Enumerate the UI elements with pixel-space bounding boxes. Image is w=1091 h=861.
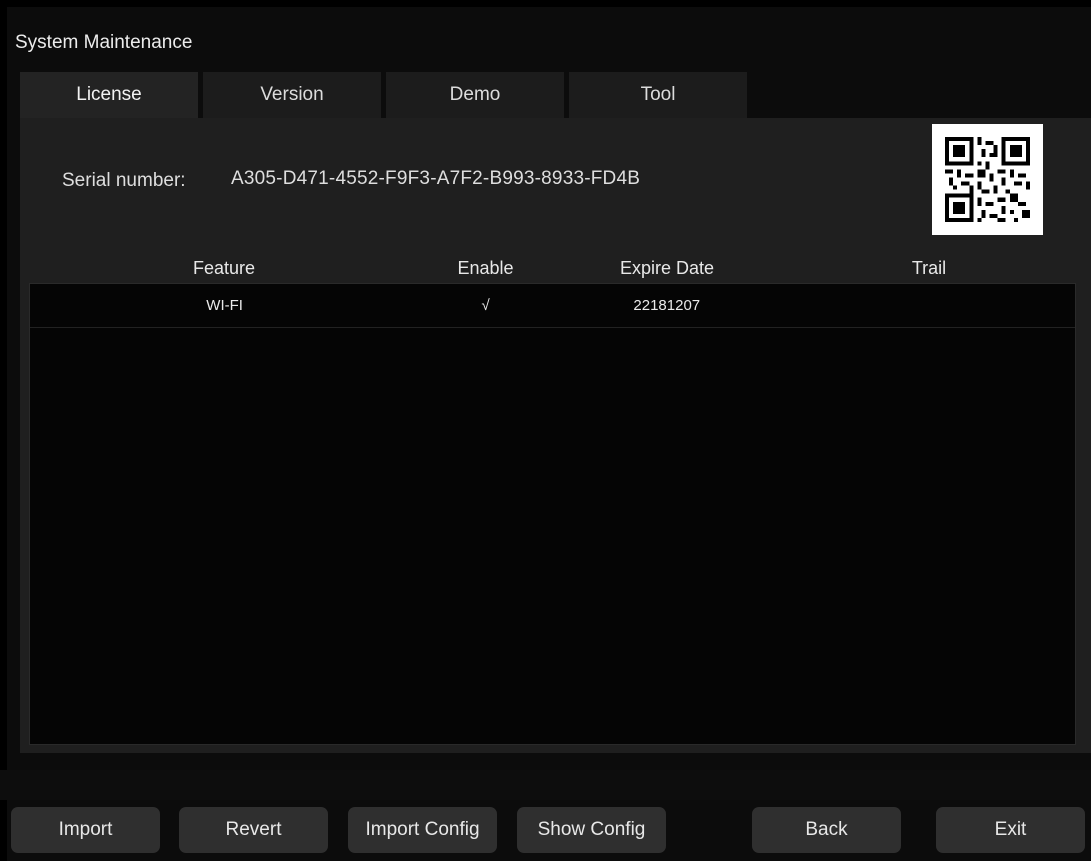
- serial-number-value: A305-D471-4552-F9F3-A7F2-B993-8933-FD4B: [231, 168, 641, 189]
- qr-code-icon: [932, 124, 1043, 235]
- revert-button[interactable]: Revert: [179, 807, 328, 853]
- cell-expire-date: 22181207: [633, 297, 701, 314]
- back-button[interactable]: Back: [752, 807, 901, 853]
- tab-license[interactable]: License: [20, 72, 198, 118]
- header-feature: Feature: [192, 258, 256, 278]
- button-bar-divider: [0, 770, 1091, 800]
- cell-enable: √: [481, 297, 490, 314]
- header-trail: Trail: [911, 258, 947, 278]
- import-config-button[interactable]: Import Config: [348, 807, 497, 853]
- window-title: System Maintenance: [15, 32, 193, 53]
- cell-feature: WI-FI: [206, 297, 243, 314]
- tab-bar: License Version Demo Tool: [20, 72, 752, 118]
- exit-button[interactable]: Exit: [936, 807, 1085, 853]
- feature-table: Feature Enable Expire Date Trail WI-FI √…: [29, 254, 1076, 745]
- tab-version[interactable]: Version: [203, 72, 381, 118]
- tab-tool[interactable]: Tool: [569, 72, 747, 118]
- license-panel: Serial number: A305-D471-4552-F9F3-A7F2-…: [20, 118, 1091, 753]
- show-config-button[interactable]: Show Config: [517, 807, 666, 853]
- import-button[interactable]: Import: [11, 807, 160, 853]
- tab-demo[interactable]: Demo: [386, 72, 564, 118]
- header-enable: Enable: [457, 258, 514, 278]
- header-expire-date: Expire Date: [619, 258, 715, 278]
- table-header: Feature Enable Expire Date Trail: [29, 254, 1076, 283]
- table-body: WI-FI √ 22181207: [29, 283, 1076, 745]
- serial-number-label: Serial number:: [62, 170, 186, 191]
- table-row[interactable]: WI-FI √ 22181207: [30, 284, 1075, 328]
